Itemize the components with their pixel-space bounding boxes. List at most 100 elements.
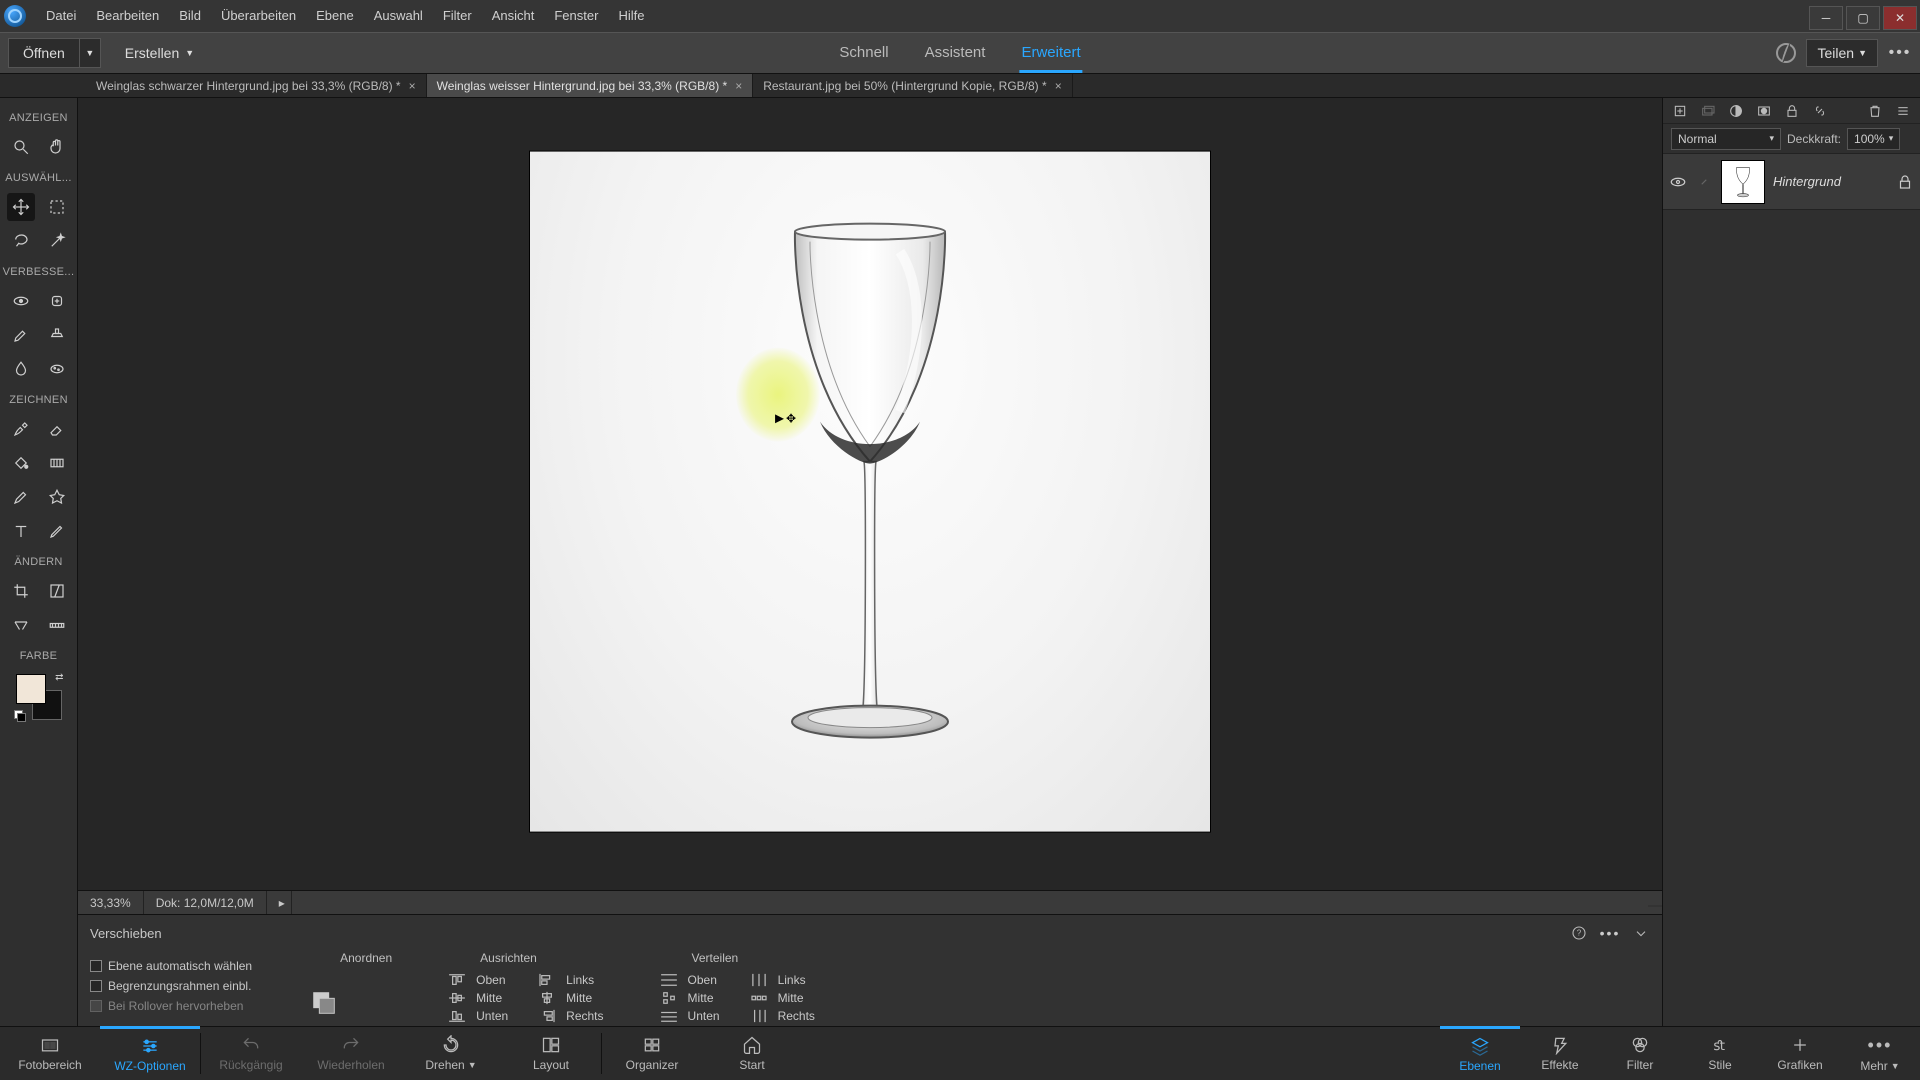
- align-right-label[interactable]: Rechts: [566, 1009, 603, 1023]
- options-overflow-icon[interactable]: •••: [1598, 921, 1622, 945]
- pencil-tool[interactable]: [43, 517, 71, 545]
- share-button[interactable]: Teilen ▼: [1806, 39, 1878, 67]
- blend-mode-select[interactable]: Normal ▾: [1671, 128, 1781, 150]
- align-right-icon[interactable]: [536, 1007, 558, 1025]
- window-minimize-button[interactable]: ─: [1809, 6, 1843, 30]
- distribute-center-icon[interactable]: [748, 989, 770, 1007]
- layer-thumbnail[interactable]: [1721, 160, 1765, 204]
- document-tab[interactable]: Restaurant.jpg bei 50% (Hintergrund Kopi…: [753, 74, 1073, 97]
- home-button[interactable]: Start: [702, 1027, 802, 1080]
- more-panel-button[interactable]: •••Mehr▼: [1840, 1027, 1920, 1080]
- distribute-middle-label[interactable]: Mitte: [688, 991, 714, 1005]
- align-middle-icon[interactable]: [446, 989, 468, 1007]
- lock-icon[interactable]: [1896, 173, 1914, 191]
- hand-tool[interactable]: [43, 133, 71, 161]
- menu-datei[interactable]: Datei: [36, 0, 86, 32]
- auto-select-checkbox[interactable]: Ebene automatisch wählen: [90, 959, 252, 973]
- styles-panel-button[interactable]: ﬆStile: [1680, 1027, 1760, 1080]
- distribute-top-label[interactable]: Oben: [688, 973, 717, 987]
- align-bottom-icon[interactable]: [446, 1007, 468, 1025]
- open-button[interactable]: Öffnen ▼: [8, 38, 101, 68]
- eyedropper-tool[interactable]: [7, 483, 35, 511]
- distribute-left-label[interactable]: Links: [778, 973, 806, 987]
- redo-button[interactable]: Wiederholen: [301, 1027, 401, 1080]
- distribute-middle-icon[interactable]: [658, 989, 680, 1007]
- recompose-tool[interactable]: [43, 577, 71, 605]
- lasso-tool[interactable]: [7, 227, 35, 255]
- artboard[interactable]: ▸✥: [530, 152, 1210, 832]
- undo-button[interactable]: Rückgängig: [201, 1027, 301, 1080]
- crop-tool[interactable]: [7, 577, 35, 605]
- layers-panel-button[interactable]: Ebenen: [1440, 1026, 1520, 1080]
- straighten-tool[interactable]: [43, 611, 71, 639]
- visibility-toggle-icon[interactable]: [1669, 173, 1687, 191]
- menu-ansicht[interactable]: Ansicht: [482, 0, 545, 32]
- close-tab-icon[interactable]: ×: [1055, 79, 1062, 93]
- graphics-panel-button[interactable]: Grafiken: [1760, 1027, 1840, 1080]
- menu-hilfe[interactable]: Hilfe: [608, 0, 654, 32]
- status-menu-arrow[interactable]: ▸: [267, 891, 292, 914]
- menu-ebene[interactable]: Ebene: [306, 0, 364, 32]
- mode-tab-quick[interactable]: Schnell: [837, 34, 890, 73]
- default-colors-icon[interactable]: [14, 710, 26, 722]
- redeye-tool[interactable]: [7, 287, 35, 315]
- new-layer-icon[interactable]: [1671, 102, 1689, 120]
- distribute-right-icon[interactable]: [748, 1007, 770, 1025]
- paint-bucket-tool[interactable]: [7, 449, 35, 477]
- content-aware-move-tool[interactable]: [7, 611, 35, 639]
- align-bottom-label[interactable]: Unten: [476, 1009, 508, 1023]
- layer-mask-icon[interactable]: [1755, 102, 1773, 120]
- spot-heal-tool[interactable]: [43, 287, 71, 315]
- align-top-icon[interactable]: [446, 971, 468, 989]
- magic-wand-tool[interactable]: [43, 227, 71, 255]
- move-tool[interactable]: [7, 193, 35, 221]
- help-icon[interactable]: ?: [1570, 924, 1588, 942]
- align-center-icon[interactable]: [536, 989, 558, 1007]
- doc-size[interactable]: Dok: 12,0M/12,0M: [144, 891, 267, 914]
- distribute-bottom-label[interactable]: Unten: [688, 1009, 720, 1023]
- smart-brush-tool[interactable]: [7, 321, 35, 349]
- opacity-input[interactable]: 100% ▾: [1847, 128, 1900, 150]
- overflow-menu-button[interactable]: •••: [1888, 41, 1912, 65]
- canvas-area[interactable]: ▸✥: [78, 98, 1662, 890]
- zoom-level[interactable]: 33,33%: [78, 891, 144, 914]
- window-close-button[interactable]: ✕: [1883, 6, 1917, 30]
- marquee-tool[interactable]: [43, 193, 71, 221]
- layer-row[interactable]: Hintergrund: [1663, 154, 1920, 210]
- window-maximize-button[interactable]: ▢: [1846, 6, 1880, 30]
- align-middle-label[interactable]: Mitte: [476, 991, 502, 1005]
- adjustment-layer-icon[interactable]: [1727, 102, 1745, 120]
- filters-panel-button[interactable]: Filter: [1600, 1027, 1680, 1080]
- distribute-left-icon[interactable]: [748, 971, 770, 989]
- color-swatches[interactable]: ⇄: [16, 674, 62, 720]
- document-tab[interactable]: Weinglas weisser Hintergrund.jpg bei 33,…: [427, 74, 754, 97]
- menu-bearbeiten[interactable]: Bearbeiten: [86, 0, 169, 32]
- zoom-tool[interactable]: [7, 133, 35, 161]
- clone-stamp-tool[interactable]: [43, 321, 71, 349]
- color-theme-icon[interactable]: [1776, 43, 1796, 63]
- photobin-button[interactable]: Fotobereich: [0, 1027, 100, 1080]
- swap-colors-icon[interactable]: ⇄: [55, 672, 63, 683]
- menu-bild[interactable]: Bild: [169, 0, 211, 32]
- sponge-tool[interactable]: [43, 355, 71, 383]
- mode-tab-advanced[interactable]: Erweitert: [1019, 34, 1082, 73]
- layer-name[interactable]: Hintergrund: [1773, 174, 1888, 189]
- layout-button[interactable]: Layout: [501, 1027, 601, 1080]
- foreground-color-swatch[interactable]: [16, 674, 46, 704]
- delete-layer-icon[interactable]: [1866, 102, 1884, 120]
- distribute-bottom-icon[interactable]: [658, 1007, 680, 1025]
- blur-tool[interactable]: [7, 355, 35, 383]
- menu-auswahl[interactable]: Auswahl: [364, 0, 433, 32]
- lock-layer-icon[interactable]: [1783, 102, 1801, 120]
- distribute-right-label[interactable]: Rechts: [778, 1009, 815, 1023]
- menu-filter[interactable]: Filter: [433, 0, 482, 32]
- eraser-tool[interactable]: [43, 415, 71, 443]
- organizer-button[interactable]: Organizer: [602, 1027, 702, 1080]
- type-tool[interactable]: [7, 517, 35, 545]
- rotate-button[interactable]: Drehen▼: [401, 1027, 501, 1080]
- close-tab-icon[interactable]: ×: [735, 79, 742, 93]
- bounds-checkbox[interactable]: Begrenzungsrahmen einbl.: [90, 979, 252, 993]
- close-tab-icon[interactable]: ×: [409, 79, 416, 93]
- create-button[interactable]: Erstellen ▼: [125, 45, 194, 61]
- menu-ueberarbeiten[interactable]: Überarbeiten: [211, 0, 306, 32]
